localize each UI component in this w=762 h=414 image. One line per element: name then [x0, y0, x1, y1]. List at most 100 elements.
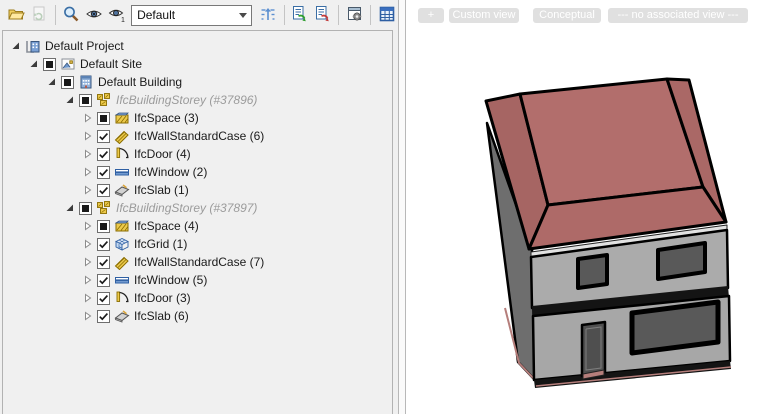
tree-item-label: Default Site	[80, 57, 142, 71]
toolbar-separator	[370, 5, 371, 25]
slab-icon	[114, 182, 130, 198]
eye-icon	[85, 5, 103, 26]
checkbox-partial[interactable]	[79, 202, 92, 215]
expander-collapsed-icon[interactable]	[83, 275, 93, 285]
expander-expanded-icon[interactable]	[11, 41, 21, 51]
expander-expanded-icon[interactable]	[65, 203, 75, 213]
checkbox-checked[interactable]	[97, 256, 110, 269]
tree-item-ifcwindow-2[interactable]: IfcWindow (2)	[3, 163, 392, 181]
tree-item-ifcdoor-4[interactable]: IfcDoor (4)	[3, 145, 392, 163]
expander-collapsed-icon[interactable]	[83, 149, 93, 159]
tree-item-label: Default Project	[45, 39, 124, 53]
tree-item-label: IfcBuildingStorey (#37897)	[116, 201, 257, 215]
tree-item-ifcspace-4[interactable]: IfcSpace (4)	[3, 217, 392, 235]
panel-splitter[interactable]	[398, 0, 406, 414]
open-file-button[interactable]	[6, 4, 27, 27]
upper-small-window[interactable]	[578, 255, 607, 288]
tree-item-label: IfcWindow (2)	[134, 165, 207, 179]
tab-conceptual[interactable]: Conceptual	[533, 8, 601, 23]
lower-wide-window[interactable]	[632, 302, 718, 353]
wall-icon	[114, 128, 130, 144]
expander-collapsed-icon[interactable]	[83, 311, 93, 321]
view-settings-button[interactable]	[344, 4, 365, 27]
tree-item-label: IfcSpace (3)	[134, 111, 199, 125]
checkbox-checked[interactable]	[97, 292, 110, 305]
reload-file-button[interactable]	[29, 4, 50, 27]
checkbox-checked[interactable]	[97, 238, 110, 251]
tree-item-label: IfcDoor (3)	[134, 291, 191, 305]
expander-collapsed-icon[interactable]	[83, 221, 93, 231]
checkbox-partial[interactable]	[43, 58, 56, 71]
checkbox-partial[interactable]	[61, 76, 74, 89]
tab-no-associated-view[interactable]: --- no associated view ---	[608, 8, 748, 23]
tree-item-label: Default Building	[98, 75, 182, 89]
tree-item-ifcgrid-1[interactable]: IfcGrid (1)	[3, 235, 392, 253]
tree-item-default-project[interactable]: Default Project	[3, 37, 392, 55]
view-tabs: + Custom view Conceptual --- no associated …	[418, 8, 748, 23]
3d-model-viewport[interactable]	[406, 0, 762, 414]
checkbox-checked[interactable]	[97, 148, 110, 161]
tree-item-ifcbuildingstorey-37897[interactable]: IfcBuildingStorey (#37897)	[3, 199, 392, 217]
expander-expanded-icon[interactable]	[29, 59, 39, 69]
front-door[interactable]	[582, 322, 605, 376]
tree-item-ifcwallstandardcase-6[interactable]: IfcWallStandardCase (6)	[3, 127, 392, 145]
tree-item-ifcslab-1[interactable]: IfcSlab (1)	[3, 181, 392, 199]
tree-item-ifcslab-6[interactable]: IfcSlab (6)	[3, 307, 392, 325]
window-icon	[114, 272, 130, 288]
tree-item-ifcbuildingstorey-37896[interactable]: IfcBuildingStorey (#37896)	[3, 91, 392, 109]
tab-custom-view[interactable]: Custom view	[449, 8, 519, 23]
checkbox-partial[interactable]	[79, 94, 92, 107]
quantity-table-button[interactable]	[376, 4, 397, 27]
expander-collapsed-icon[interactable]	[83, 167, 93, 177]
toolbar-separator	[284, 5, 285, 25]
expander-collapsed-icon[interactable]	[83, 113, 93, 123]
expander-collapsed-icon[interactable]	[83, 239, 93, 249]
document-arrow-green-icon	[291, 5, 309, 26]
site-icon	[60, 56, 76, 72]
expander-collapsed-icon[interactable]	[83, 257, 93, 267]
show-selection-button[interactable]: 1	[106, 4, 127, 27]
refresh-document-icon	[30, 5, 48, 26]
filter-profile-value: Default	[137, 8, 175, 22]
tree-item-ifcwindow-5[interactable]: IfcWindow (5)	[3, 271, 392, 289]
import-list-button[interactable]	[290, 4, 311, 27]
collapse-tree-button[interactable]	[258, 4, 279, 27]
expander-expanded-icon[interactable]	[47, 77, 57, 87]
add-view-tab[interactable]: +	[418, 8, 444, 23]
eye-one-icon: 1	[108, 5, 126, 26]
tree-item-label: IfcWallStandardCase (7)	[134, 255, 264, 269]
slab-icon	[114, 308, 130, 324]
show-all-button[interactable]	[83, 4, 104, 27]
storey-icon	[96, 92, 112, 108]
filter-profile-select[interactable]: Default	[131, 5, 252, 26]
checkbox-checked[interactable]	[97, 274, 110, 287]
tree-item-label: IfcSlab (6)	[134, 309, 189, 323]
tree-item-ifcwallstandardcase-7[interactable]: IfcWallStandardCase (7)	[3, 253, 392, 271]
window-icon	[114, 164, 130, 180]
grid-icon	[114, 236, 130, 252]
expander-expanded-icon[interactable]	[65, 95, 75, 105]
checkbox-checked[interactable]	[97, 166, 110, 179]
collapse-levels-icon	[259, 5, 277, 26]
expander-collapsed-icon[interactable]	[83, 131, 93, 141]
storey-icon	[96, 200, 112, 216]
checkbox-partial[interactable]	[97, 220, 110, 233]
tree-item-default-building[interactable]: Default Building	[3, 73, 392, 91]
search-button[interactable]	[61, 4, 82, 27]
checkbox-partial[interactable]	[97, 112, 110, 125]
expander-collapsed-icon[interactable]	[83, 185, 93, 195]
expander-collapsed-icon[interactable]	[83, 293, 93, 303]
tree-item-default-site[interactable]: Default Site	[3, 55, 392, 73]
tree-item-label: IfcSlab (1)	[134, 183, 189, 197]
export-list-button[interactable]	[313, 4, 334, 27]
chevron-down-icon[interactable]	[235, 6, 251, 25]
checkbox-checked[interactable]	[97, 184, 110, 197]
tree-item-ifcspace-3[interactable]: IfcSpace (3)	[3, 109, 392, 127]
checkbox-checked[interactable]	[97, 310, 110, 323]
toolbar-separator	[55, 5, 56, 25]
tree-item-label: IfcBuildingStorey (#37896)	[116, 93, 257, 107]
search-icon	[62, 5, 80, 26]
checkbox-checked[interactable]	[97, 130, 110, 143]
upper-large-window[interactable]	[658, 243, 705, 279]
tree-item-ifcdoor-3[interactable]: IfcDoor (3)	[3, 289, 392, 307]
